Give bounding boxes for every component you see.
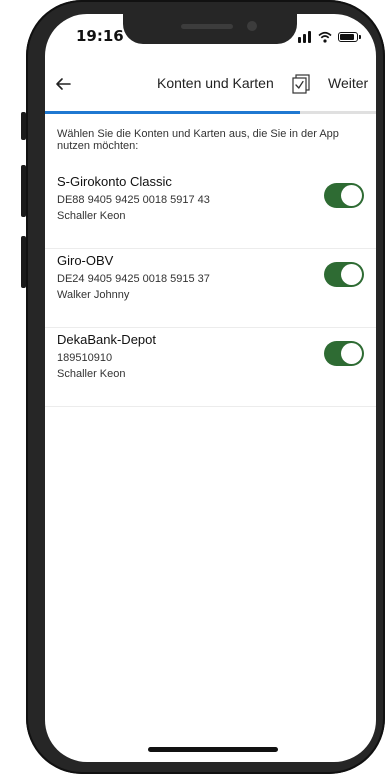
progress-bar-fill [45, 111, 300, 114]
intro-text: Wählen Sie die Konten und Karten aus, di… [57, 128, 339, 152]
toggle-knob [341, 264, 362, 285]
account-name: DekaBank-Depot [57, 332, 156, 347]
notch [123, 14, 297, 44]
account-toggle[interactable] [324, 262, 364, 287]
account-name: Giro-OBV [57, 253, 114, 268]
top-navigation-bar: Konten und Karten Weiter [45, 72, 376, 112]
status-time: 19:16 [76, 27, 124, 45]
back-arrow-icon[interactable] [53, 74, 73, 94]
account-owner: Schaller Keon [57, 368, 126, 380]
progress-bar [45, 111, 376, 114]
account-toggle[interactable] [324, 341, 364, 366]
account-number: DE24 9405 9425 0018 5915 37 [57, 273, 210, 285]
document-check-icon[interactable] [290, 73, 312, 95]
account-owner: Schaller Keon [57, 210, 126, 222]
next-button[interactable]: Weiter [328, 75, 368, 91]
wifi-icon [318, 31, 332, 43]
account-row: Giro-OBV DE24 9405 9425 0018 5915 37 Wal… [45, 250, 376, 328]
account-row: DekaBank-Depot 189510910 Schaller Keon [45, 329, 376, 407]
status-icons [296, 31, 362, 43]
front-camera [247, 21, 257, 31]
account-toggle[interactable] [324, 183, 364, 208]
speaker-grille [181, 24, 233, 29]
home-indicator [148, 747, 278, 752]
toggle-knob [341, 185, 362, 206]
toggle-knob [341, 343, 362, 364]
account-row: S-Girokonto Classic DE88 9405 9425 0018 … [45, 171, 376, 249]
page-title: Konten und Karten [157, 75, 274, 91]
account-number: 189510910 [57, 352, 113, 364]
battery-cap [359, 35, 361, 39]
account-owner: Walker Johnny [57, 289, 130, 301]
battery-icon [338, 32, 358, 42]
device-mockup: 19:16 Konten und Karten Weiter Wählen Si… [0, 0, 385, 774]
app-screen: 19:16 Konten und Karten Weiter Wählen Si… [45, 14, 376, 762]
account-name: S-Girokonto Classic [57, 174, 172, 189]
account-number: DE88 9405 9425 0018 5917 43 [57, 194, 210, 206]
